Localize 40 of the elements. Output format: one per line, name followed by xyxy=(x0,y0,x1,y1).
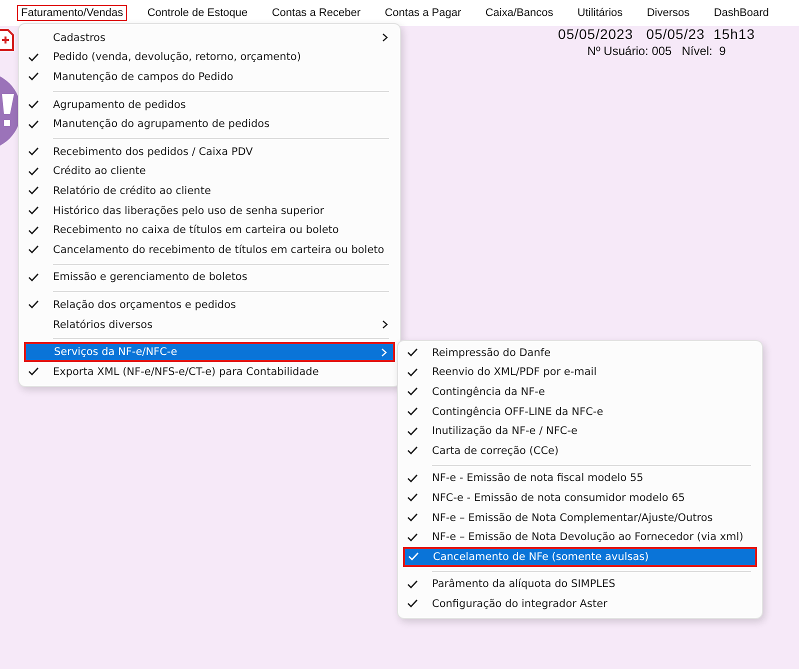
menu-item[interactable]: NF-e - Emissão de nota fiscal modelo 55 xyxy=(403,468,757,488)
menu-item[interactable]: Contingência OFF-LINE da NFC-e xyxy=(403,402,757,422)
menu-item[interactable]: Recebimento dos pedidos / Caixa PDV xyxy=(24,142,395,162)
menu-item[interactable]: NF-e – Emissão de Nota Complementar/Ajuste/Outros xyxy=(403,508,757,528)
menu-item[interactable]: NF-e – Emissão de Nota Devolução ao Fornecedor (via xml) xyxy=(403,527,757,547)
menu-item[interactable]: Inutilização da NF-e / NFC-e xyxy=(403,421,757,441)
menu-item[interactable]: Pedido (venda, devolução, retorno, orçamento) xyxy=(24,48,395,68)
user-level-text: Nº Usuário: 005 Nível: 9 xyxy=(587,44,726,58)
menu-item[interactable]: Serviços da NF-e/NFC-e xyxy=(24,342,395,362)
menu-item[interactable]: Emissão e gerenciamento de boletos xyxy=(24,268,395,288)
menu-item[interactable]: Relatório de crédito ao cliente xyxy=(24,181,395,201)
menu-item[interactable]: Cadastros xyxy=(24,28,395,48)
menu-item[interactable]: Cancelamento do recebimento de títulos em carteira ou boleto xyxy=(24,240,395,260)
menu-item[interactable]: Reenvio do XML/PDF por e-mail xyxy=(403,362,757,382)
menu-item[interactable]: Agrupamento de pedidos xyxy=(24,94,395,114)
menu-item[interactable]: Relatórios diversos xyxy=(24,314,395,334)
menu-bar-item[interactable]: Faturamento/Vendas xyxy=(17,5,128,21)
menu-bar-item[interactable]: Utilitários xyxy=(573,5,627,21)
menu-item[interactable]: Histórico das liberações pelo uso de senha superior xyxy=(24,200,395,220)
menu-item[interactable]: Reimpressão do Danfe xyxy=(403,343,757,363)
date-time-text: 05/05/2023 05/05/23 15h13 xyxy=(558,26,755,42)
menu-item[interactable]: Cancelamento de NFe (somente avulsas) xyxy=(403,546,757,567)
menu-item[interactable]: Manutenção de campos do Pedido xyxy=(24,67,395,87)
menu-item[interactable]: Recebimento no caixa de títulos em carteira ou boleto xyxy=(24,220,395,240)
menu-item[interactable]: NFC-e - Emissão de nota consumidor modelo 65 xyxy=(403,488,757,508)
document-icon xyxy=(0,28,14,52)
menu-item[interactable]: Manutenção do agrupamento de pedidos xyxy=(24,114,395,134)
menu-bar-item[interactable]: Contas a Pagar xyxy=(380,5,466,21)
menu-bar-item[interactable]: Contas a Receber xyxy=(268,5,364,21)
menu-item[interactable]: Configuração do integrador Aster xyxy=(403,594,757,614)
menu-item[interactable]: Contingência da NF-e xyxy=(403,382,757,402)
menu-bar-item[interactable]: Controle de Estoque xyxy=(143,5,252,21)
menu-item[interactable]: Carta de correção (CCe) xyxy=(403,440,757,461)
menu-item[interactable]: Crédito ao cliente xyxy=(24,162,395,182)
menu-bar-item[interactable]: Diversos xyxy=(642,5,694,21)
menu-item[interactable]: Relação dos orçamentos e pedidos xyxy=(24,295,395,315)
menu-bar-item[interactable]: Caixa/Bancos xyxy=(481,5,558,21)
menu-item[interactable]: Parâmento da alíquota do SIMPLES xyxy=(403,574,757,594)
menu-bar-item[interactable]: DashBoard xyxy=(710,5,773,21)
menu-item[interactable]: Exporta XML (NF-e/NFS-e/CT-e) para Contabilidade xyxy=(24,362,395,382)
